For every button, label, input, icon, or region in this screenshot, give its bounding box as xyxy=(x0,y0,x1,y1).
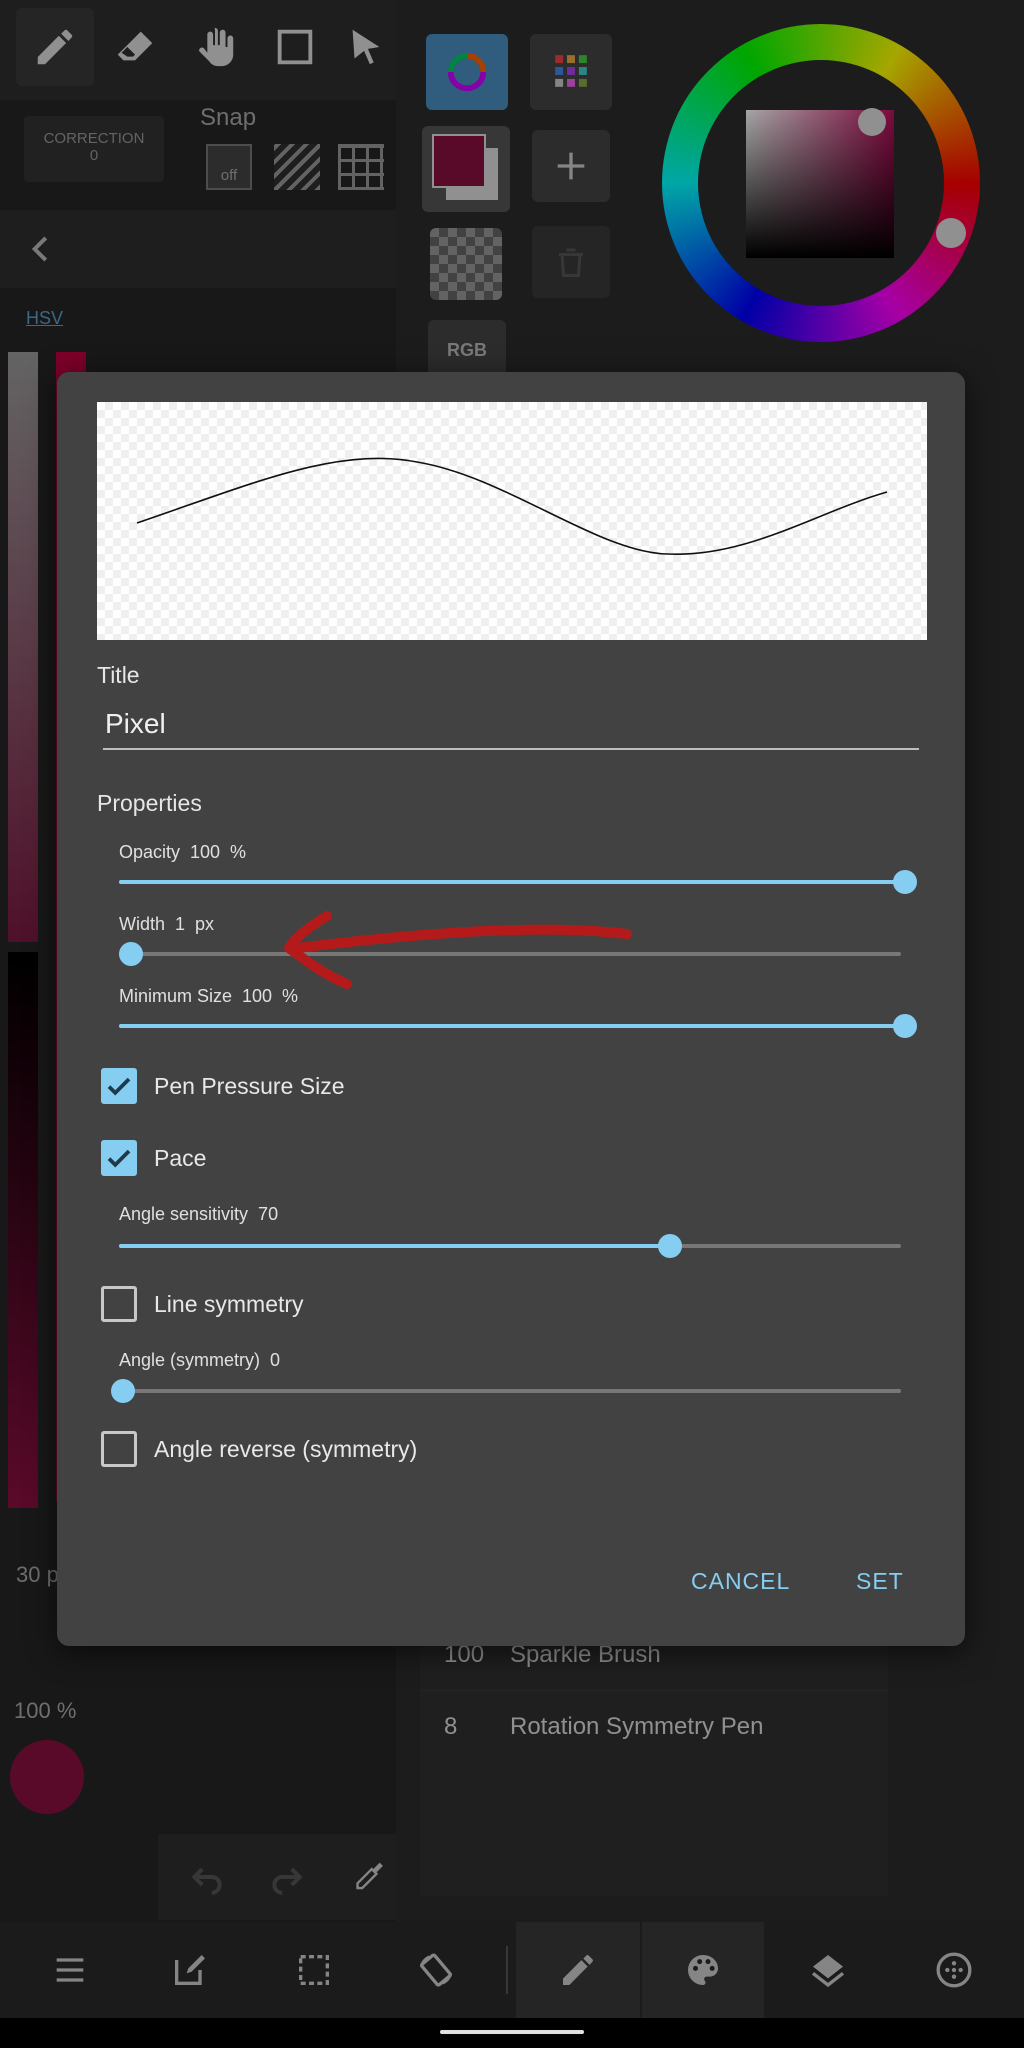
angle-symmetry-slider[interactable] xyxy=(111,1379,901,1403)
width-slider-thumb[interactable] xyxy=(119,942,143,966)
stroke-preview-curve xyxy=(136,457,888,555)
angle-reverse-checkbox[interactable] xyxy=(101,1431,137,1467)
pace-checkbox[interactable] xyxy=(101,1140,137,1176)
angle-sensitivity-slider-thumb[interactable] xyxy=(658,1234,682,1258)
checkmark-icon xyxy=(107,1149,131,1168)
pen-pressure-size-label: Pen Pressure Size xyxy=(154,1072,345,1099)
angle-reverse-checkbox-row[interactable]: Angle reverse (symmetry) xyxy=(101,1429,417,1469)
line-symmetry-label: Line symmetry xyxy=(154,1290,304,1317)
app-screen: CORRECTION 0 Snap off HSV 30 p 100 % RGB xyxy=(0,0,1024,2048)
opacity-label: Opacity 100 % xyxy=(119,842,247,862)
pen-pressure-size-checkbox-row[interactable]: Pen Pressure Size xyxy=(101,1066,344,1106)
line-symmetry-checkbox-row[interactable]: Line symmetry xyxy=(101,1284,304,1324)
angle-reverse-label: Angle reverse (symmetry) xyxy=(154,1435,418,1462)
width-label: Width 1 px xyxy=(119,914,215,934)
annotation-arrow xyxy=(284,911,632,989)
angle-symmetry-label: Angle (symmetry) 0 xyxy=(119,1350,281,1370)
angle-sensitivity-label: Angle sensitivity 70 xyxy=(119,1204,279,1224)
minimum-size-slider-fill xyxy=(119,1024,901,1028)
minimum-size-slider[interactable] xyxy=(119,1014,917,1038)
line-symmetry-checkbox[interactable] xyxy=(101,1286,137,1322)
angle-sensitivity-slider[interactable] xyxy=(119,1234,901,1258)
title-label: Title xyxy=(97,662,140,688)
angle-symmetry-slider-thumb[interactable] xyxy=(111,1379,135,1403)
pace-checkbox-row[interactable]: Pace xyxy=(101,1138,206,1178)
angle-sensitivity-slider-fill xyxy=(119,1244,666,1248)
checkmark-icon xyxy=(107,1077,131,1096)
stroke-preview xyxy=(97,402,927,640)
title-input[interactable]: Pixel xyxy=(103,700,919,750)
title-input-value: Pixel xyxy=(105,708,166,739)
opacity-slider[interactable] xyxy=(119,870,917,894)
properties-label: Properties xyxy=(97,790,202,816)
brush-settings-dialog: Title Pixel Properties Opacity 100 % Wid… xyxy=(57,372,965,1646)
set-button[interactable]: SET xyxy=(856,1568,904,1595)
cancel-button[interactable]: CANCEL xyxy=(691,1568,790,1595)
home-indicator[interactable] xyxy=(440,2030,584,2034)
pen-pressure-size-checkbox[interactable] xyxy=(101,1068,137,1104)
pace-label: Pace xyxy=(154,1144,207,1171)
minimum-size-label: Minimum Size 100 % xyxy=(119,986,299,1006)
opacity-slider-fill xyxy=(119,880,901,884)
opacity-slider-thumb[interactable] xyxy=(893,870,917,894)
minimum-size-slider-thumb[interactable] xyxy=(893,1014,917,1038)
